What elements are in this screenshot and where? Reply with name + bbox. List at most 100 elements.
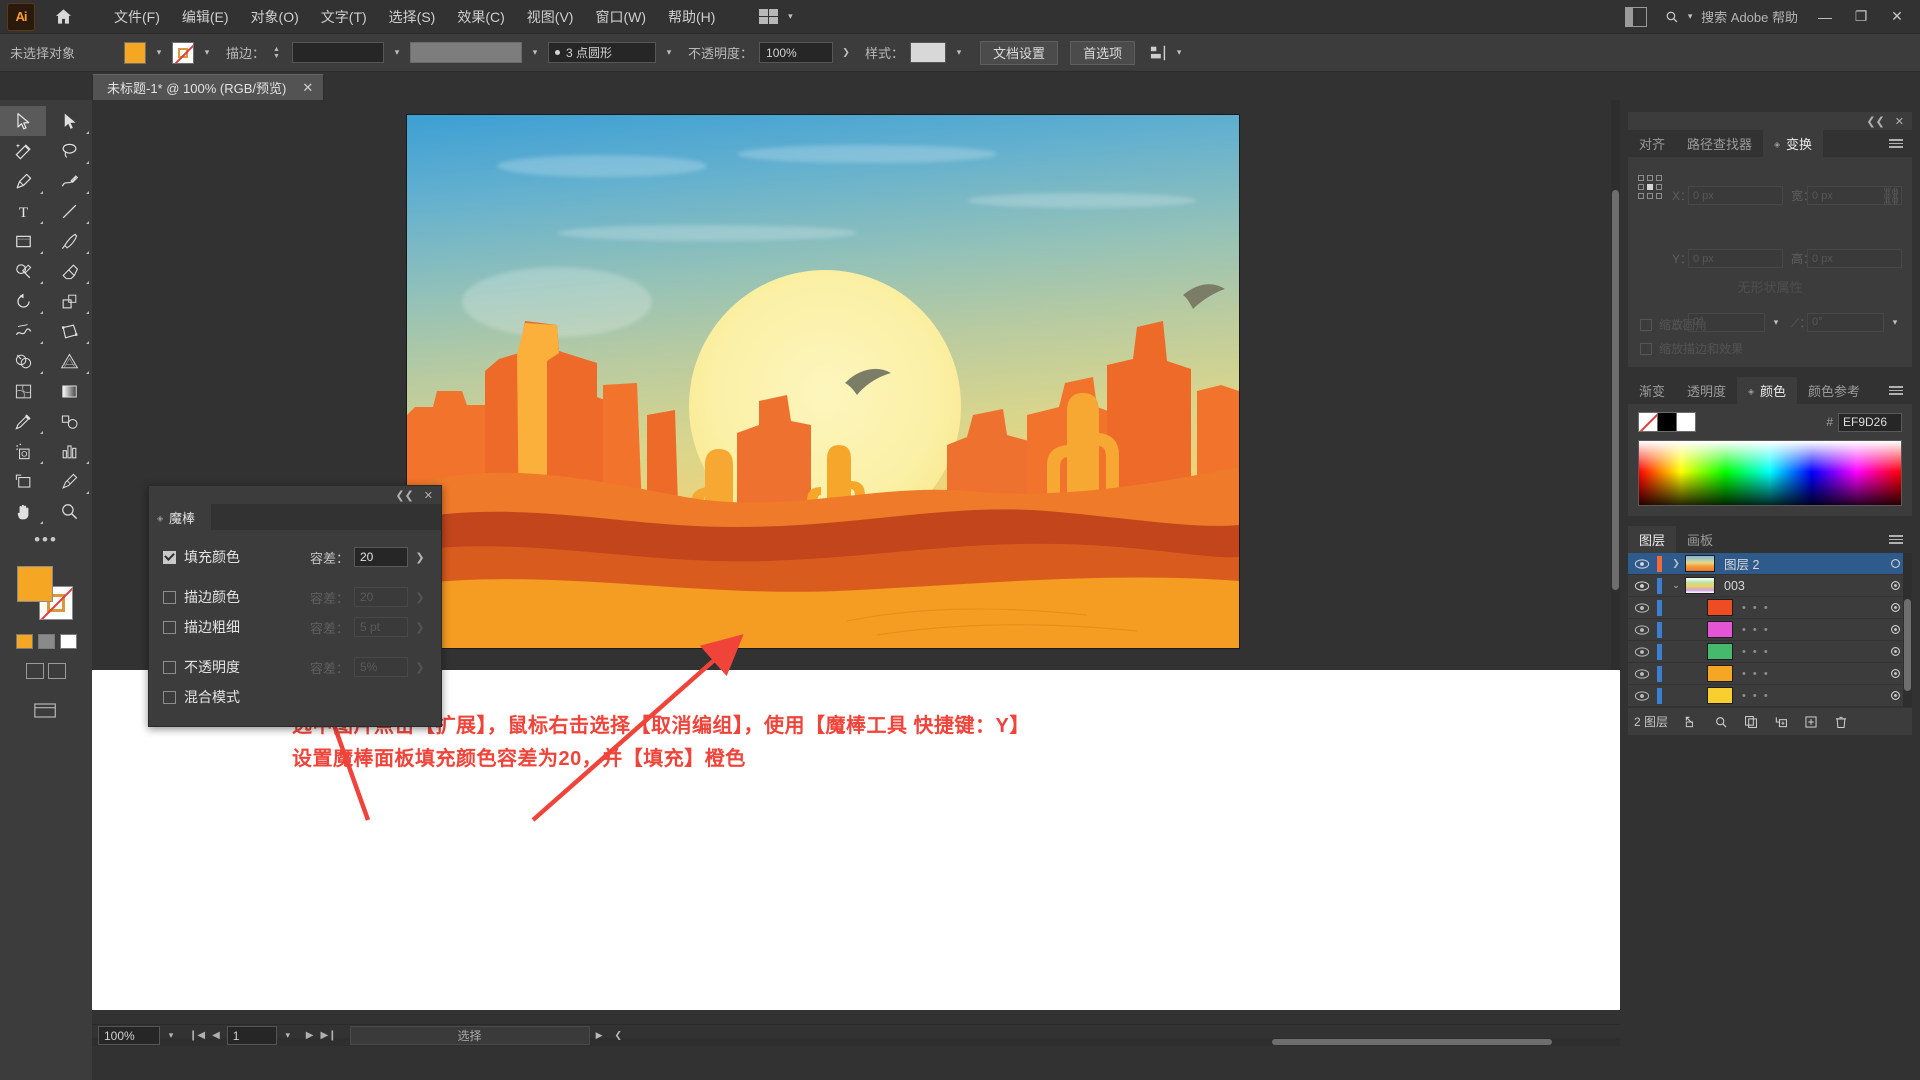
delete-layer-icon[interactable]: [1826, 715, 1856, 729]
direct-selection-tool[interactable]: [46, 106, 92, 136]
graphic-style-swatch[interactable]: [910, 42, 947, 63]
magic-wand-row-stroke-color[interactable]: 描边颜色 容差： 20 ❯: [163, 582, 427, 612]
hex-value-input[interactable]: EF9D26: [1838, 412, 1902, 432]
brush-definition-field[interactable]: 3 点圆形: [548, 42, 657, 63]
transform-panel-menu-button[interactable]: [1880, 130, 1912, 157]
expand-layer-icon[interactable]: ❯: [1667, 558, 1685, 569]
layer-row[interactable]: ❯ 图层 2: [1628, 553, 1912, 575]
preferences-button[interactable]: 首选项: [1070, 40, 1136, 65]
lasso-tool[interactable]: [46, 136, 92, 166]
layers-scrollbar[interactable]: [1903, 553, 1912, 707]
first-artboard-button[interactable]: ❙◀: [189, 1030, 205, 1041]
tab-color[interactable]: ◈ 颜色: [1737, 377, 1798, 404]
visibility-toggle-icon[interactable]: [1628, 558, 1656, 570]
style-chevron-icon[interactable]: ▾: [952, 47, 966, 58]
search-help[interactable]: ▾ 搜索 Adobe 帮助: [1657, 5, 1806, 28]
layer-row[interactable]: • • •: [1628, 663, 1912, 685]
drawing-mode-behind-icon[interactable]: [48, 663, 66, 679]
screen-mode-toggle[interactable]: [0, 701, 92, 720]
line-segment-tool[interactable]: [46, 196, 92, 226]
visibility-toggle-icon[interactable]: [1628, 668, 1656, 680]
last-artboard-button[interactable]: ▶❙: [320, 1030, 336, 1041]
gradient-tool[interactable]: [46, 376, 92, 406]
symbol-sprayer-tool[interactable]: [0, 436, 46, 466]
artboard-chevron-icon[interactable]: ▾: [277, 1030, 299, 1041]
panel-close-icon[interactable]: ✕: [1895, 115, 1904, 128]
column-graph-tool[interactable]: [46, 436, 92, 466]
stroke-weight-checkbox[interactable]: [163, 620, 176, 634]
layers-scrollbar-thumb[interactable]: [1904, 599, 1911, 691]
visibility-toggle-icon[interactable]: [1628, 624, 1656, 636]
document-setup-button[interactable]: 文档设置: [980, 40, 1059, 65]
stroke-weight-chevron-icon[interactable]: ▾: [390, 47, 404, 58]
artboard-artwork[interactable]: [407, 115, 1239, 648]
fill-tolerance-input[interactable]: 20: [354, 547, 408, 567]
color-mode-none-button[interactable]: [59, 634, 77, 649]
new-layer-icon[interactable]: [1796, 715, 1826, 729]
collapse-layer-icon[interactable]: ⌄: [1667, 580, 1685, 591]
tab-transform[interactable]: ◈ 变换: [1763, 130, 1824, 157]
visibility-toggle-icon[interactable]: [1628, 602, 1656, 614]
document-tab-close-icon[interactable]: ✕: [302, 80, 313, 96]
blending-mode-checkbox[interactable]: [163, 690, 176, 704]
layer-name-dots[interactable]: • • •: [1742, 602, 1770, 614]
menu-type[interactable]: 文字(T): [310, 3, 378, 31]
tab-artboards[interactable]: 画板: [1676, 526, 1724, 553]
stroke-color-swatch[interactable]: [172, 41, 194, 64]
layer-name-dots[interactable]: • • •: [1742, 624, 1770, 636]
layer-name-dots[interactable]: • • •: [1742, 668, 1770, 680]
scale-tool[interactable]: [46, 286, 92, 316]
hand-tool[interactable]: [0, 496, 46, 526]
panel-collapse-icon[interactable]: ❮❮: [395, 489, 413, 502]
none-swatch[interactable]: [1638, 412, 1658, 432]
visibility-toggle-icon[interactable]: [1628, 580, 1656, 592]
menu-object[interactable]: 对象(O): [240, 3, 310, 31]
layer-name[interactable]: 003: [1724, 579, 1878, 593]
zoom-tool[interactable]: [46, 496, 92, 526]
layer-row[interactable]: • • •: [1628, 685, 1912, 707]
panel-collapse-icon[interactable]: ❮❮: [1866, 115, 1884, 128]
rectangle-tool[interactable]: [0, 226, 46, 256]
selection-tool[interactable]: [0, 106, 46, 136]
tab-transparency[interactable]: 透明度: [1676, 377, 1737, 404]
stroke-profile-chevron-icon[interactable]: ▾: [528, 47, 542, 58]
perspective-grid-tool[interactable]: [46, 346, 92, 376]
menu-file[interactable]: 文件(F): [103, 3, 171, 31]
locate-object-icon[interactable]: [1676, 715, 1706, 729]
curvature-tool[interactable]: [46, 166, 92, 196]
free-transform-tool[interactable]: [46, 316, 92, 346]
menu-window[interactable]: 窗口(W): [584, 3, 657, 31]
opacity-field[interactable]: 100%: [759, 42, 834, 63]
fill-tolerance-expand-icon[interactable]: ❯: [413, 551, 427, 564]
fill-color-checkbox[interactable]: [163, 550, 176, 564]
prev-artboard-button[interactable]: ◀: [212, 1030, 220, 1041]
magic-wand-row-opacity[interactable]: 不透明度 容差： 5% ❯: [163, 652, 427, 682]
layer-row[interactable]: ⌄ 003: [1628, 575, 1912, 597]
zoom-level-input[interactable]: 100%: [98, 1026, 160, 1045]
tab-pathfinder[interactable]: 路径查找器: [1676, 130, 1763, 157]
menu-help[interactable]: 帮助(H): [657, 3, 726, 31]
magic-wand-panel[interactable]: ❮❮ ✕ ◈ 魔棒 填充颜色 容差： 20 ❯ 描边颜色 容差： 20 ❯ 描边…: [148, 485, 442, 727]
status-collapse-icon[interactable]: ❮: [608, 1030, 628, 1041]
menu-edit[interactable]: 编辑(E): [171, 3, 240, 31]
stroke-profile-field[interactable]: [410, 42, 523, 63]
layer-row[interactable]: • • •: [1628, 619, 1912, 641]
zoom-chevron-icon[interactable]: ▾: [160, 1030, 182, 1041]
layer-name[interactable]: 图层 2: [1724, 554, 1878, 573]
magic-wand-tool[interactable]: [0, 136, 46, 166]
workspace-switcher-icon[interactable]: [1625, 6, 1648, 27]
fill-chevron-icon[interactable]: ▾: [152, 47, 166, 58]
magic-wand-row-stroke-weight[interactable]: 描边粗细 容差： 5 pt ❯: [163, 612, 427, 642]
layer-name-dots[interactable]: • • •: [1742, 646, 1770, 658]
mesh-tool[interactable]: [0, 376, 46, 406]
shape-builder-tool[interactable]: [0, 346, 46, 376]
tab-gradient[interactable]: 渐变: [1628, 377, 1676, 404]
magic-wand-row-fill-color[interactable]: 填充颜色 容差： 20 ❯: [163, 542, 427, 572]
fill-color-swatch[interactable]: [124, 41, 146, 64]
visibility-toggle-icon[interactable]: [1628, 646, 1656, 658]
duplicate-layer-icon[interactable]: [1736, 715, 1766, 729]
pen-tool[interactable]: [0, 166, 46, 196]
artboard-tool[interactable]: [0, 466, 46, 496]
menu-select[interactable]: 选择(S): [378, 3, 447, 31]
type-tool[interactable]: T: [0, 196, 46, 226]
